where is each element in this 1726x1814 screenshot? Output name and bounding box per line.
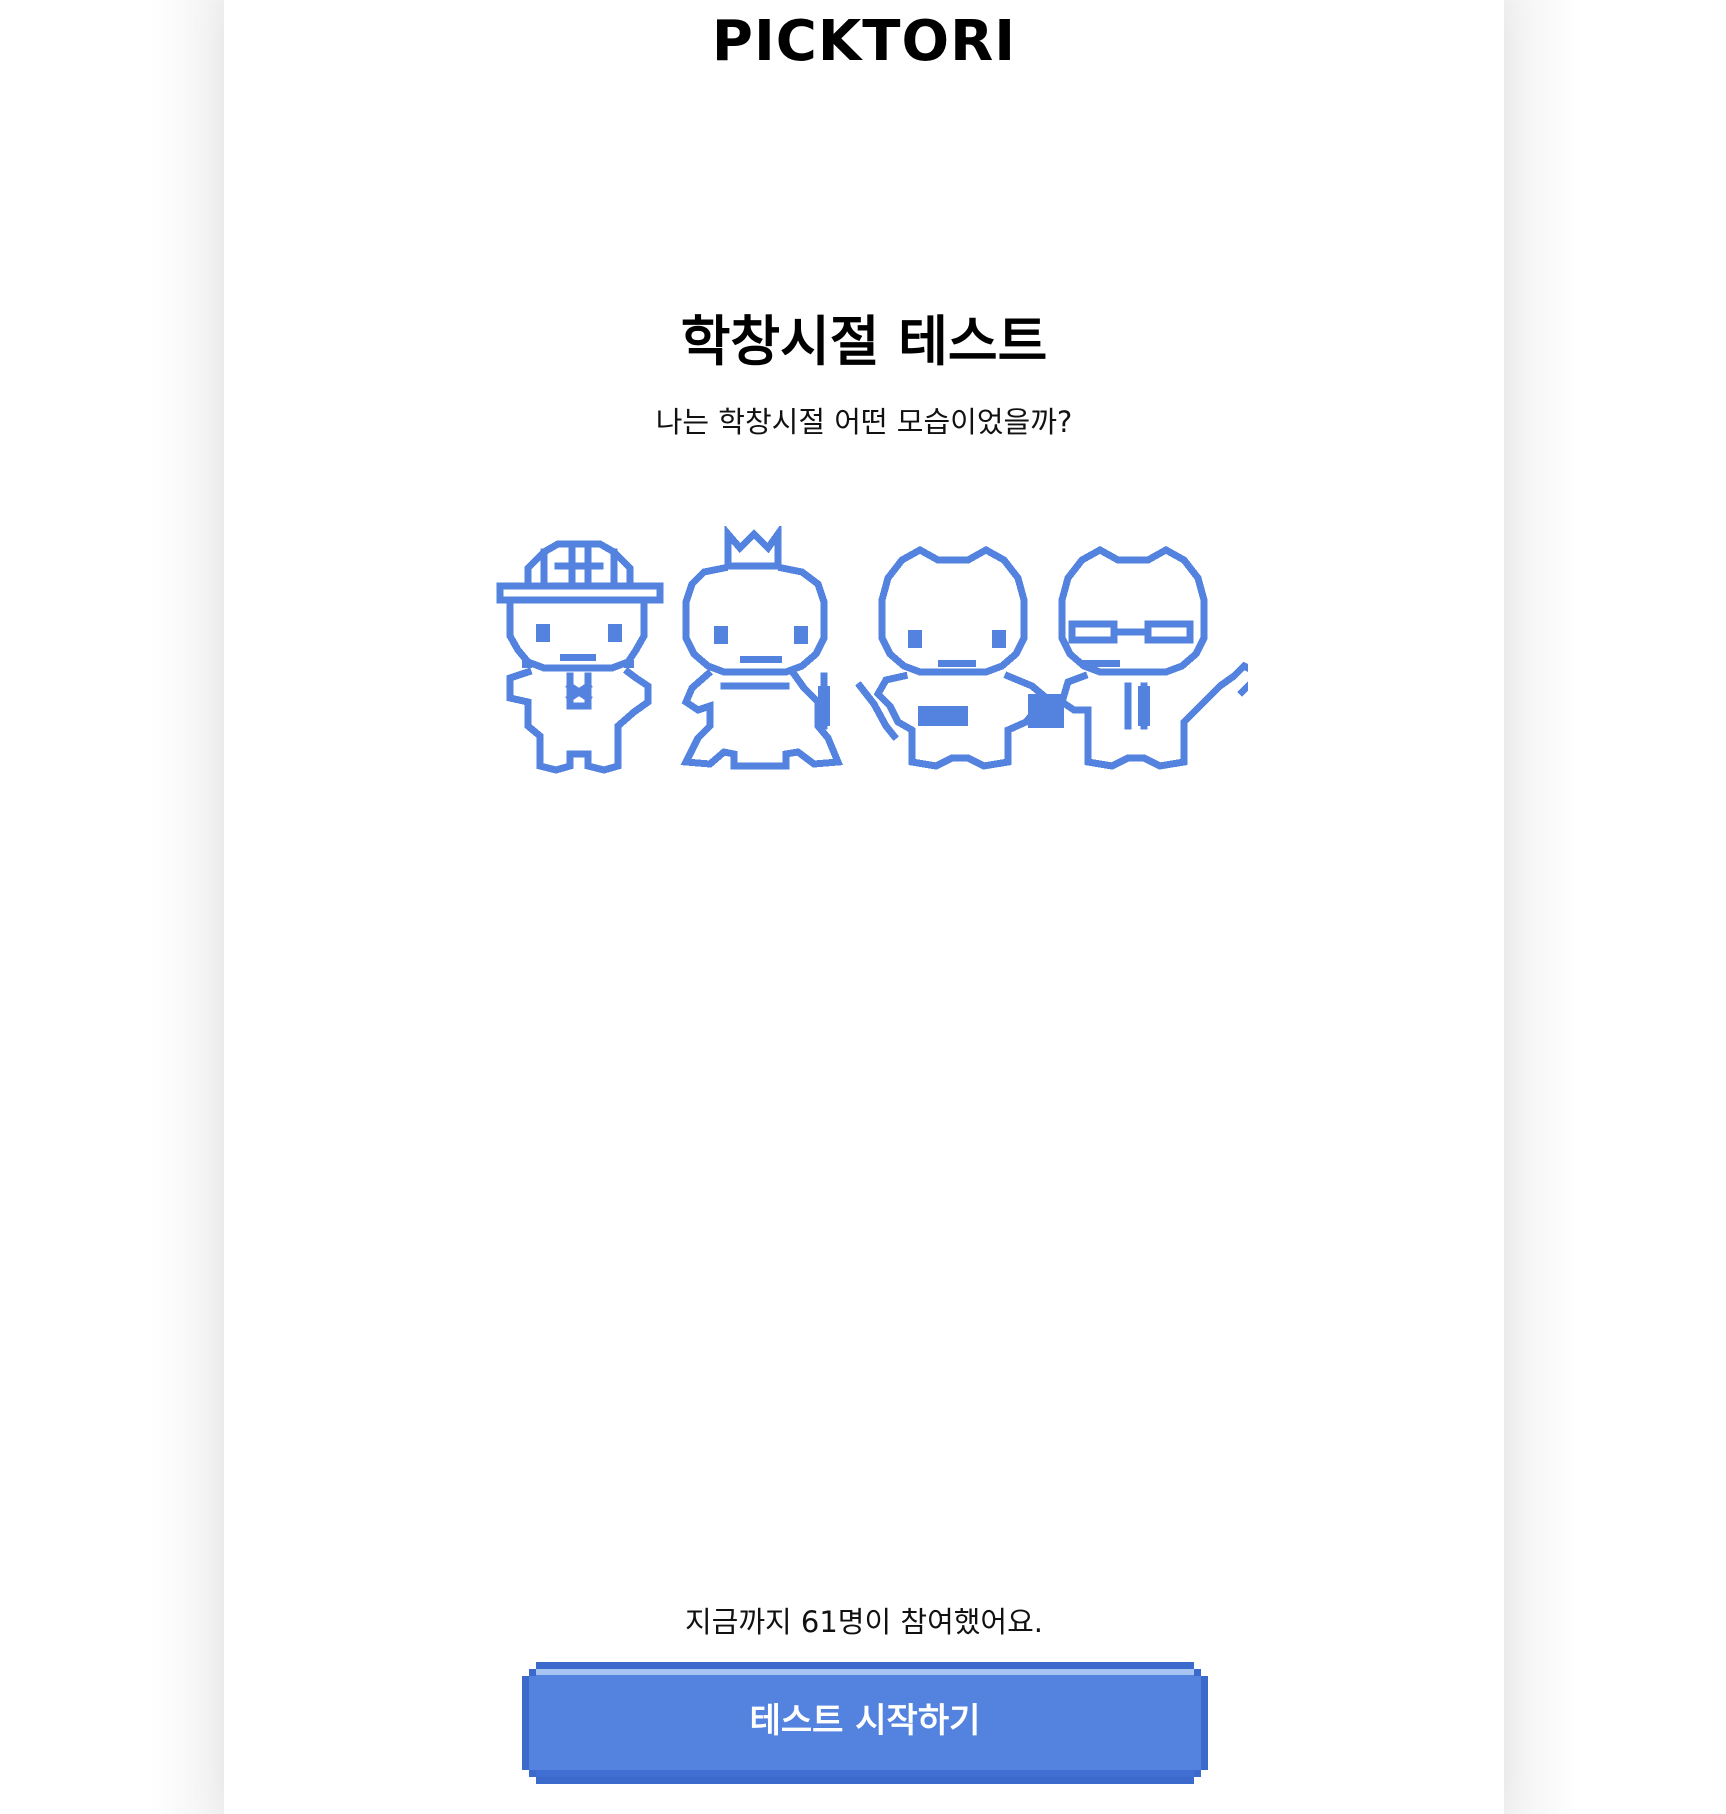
app-container: PICKTORI 학창시절 테스트 나는 학창시절 어떤 모습이었을까? 지금까… bbox=[224, 0, 1504, 1814]
page-title: 학창시절 테스트 bbox=[680, 310, 1048, 373]
character-crown bbox=[680, 526, 844, 770]
pixel-characters-illustration bbox=[496, 526, 1248, 774]
participants-count: 지금까지 61명이 참여했어요. bbox=[684, 1605, 1044, 1639]
start-test-button-label: 테스트 시작하기 bbox=[749, 1701, 981, 1741]
start-test-button[interactable]: 테스트 시작하기 bbox=[522, 1662, 1208, 1784]
page-subtitle: 나는 학창시절 어떤 모습이었을까? bbox=[655, 405, 1073, 439]
character-glasses bbox=[1057, 545, 1248, 770]
logo[interactable]: PICKTORI bbox=[224, 8, 1504, 76]
character-student bbox=[855, 545, 1049, 770]
